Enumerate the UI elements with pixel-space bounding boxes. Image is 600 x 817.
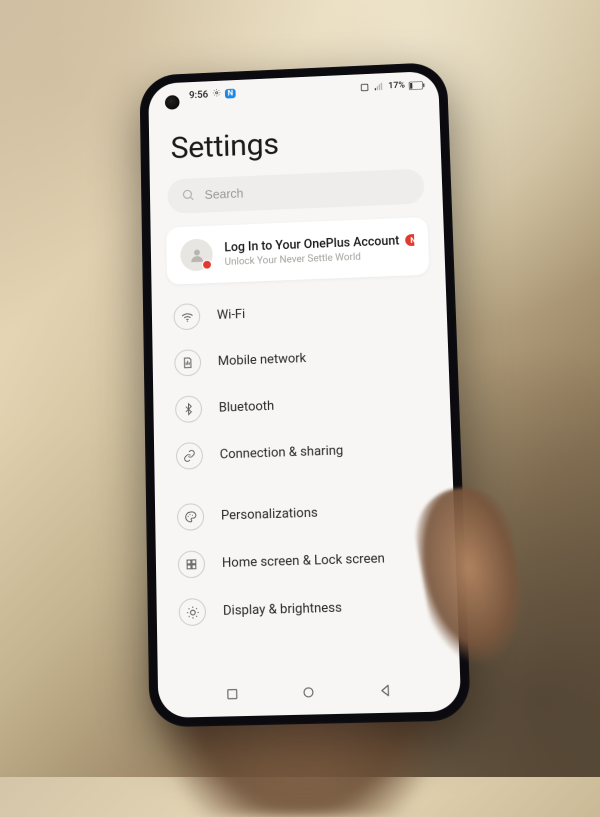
row-home-lock-screen[interactable]: Home screen & Lock screen <box>155 532 456 588</box>
settings-list: Wi-Fi Mobile network Bluetooth Connectio… <box>151 279 459 676</box>
row-label: Display & brightness <box>222 600 341 618</box>
sim-icon <box>174 349 201 377</box>
grid-icon <box>177 550 205 578</box>
search-input[interactable] <box>204 179 410 201</box>
wifi-icon <box>173 303 200 330</box>
row-label: Home screen & Lock screen <box>221 551 384 571</box>
header: Settings <box>148 97 441 180</box>
row-label: Connection & sharing <box>219 443 343 462</box>
row-label: Personalizations <box>220 505 317 523</box>
sun-icon <box>178 597 206 625</box>
avatar <box>180 238 213 271</box>
battery-text: 17% <box>388 80 405 90</box>
clock: 9:56 <box>188 89 207 100</box>
phone-frame: 9:56 N 17% Settings <box>139 61 471 727</box>
status-right: 17% <box>359 79 424 91</box>
nav-home-button[interactable] <box>290 676 325 706</box>
nfc-icon <box>359 82 369 92</box>
row-personalizations[interactable]: Personalizations <box>154 485 454 541</box>
link-icon <box>175 442 202 470</box>
punch-hole-camera <box>164 94 179 109</box>
settings-glyph-icon <box>211 88 220 100</box>
battery-icon <box>408 80 424 89</box>
notification-badge: N <box>224 88 236 98</box>
avatar-notification-dot <box>202 259 212 269</box>
row-label: Bluetooth <box>218 398 274 415</box>
signal-icon <box>373 81 384 91</box>
search-icon <box>181 186 195 205</box>
bluetooth-icon <box>174 395 201 423</box>
palette-icon <box>176 502 203 530</box>
row-label: Mobile network <box>217 351 306 369</box>
status-left: 9:56 N <box>188 87 235 101</box>
row-label: Wi-Fi <box>216 307 245 323</box>
navigation-bar <box>157 669 461 717</box>
nav-recents-button[interactable] <box>214 678 249 708</box>
screen: 9:56 N 17% Settings <box>148 70 461 717</box>
account-login-card[interactable]: Log In to Your OnePlus Account New Unloc… <box>166 216 429 284</box>
nav-back-button[interactable] <box>367 675 403 705</box>
row-display-brightness[interactable]: Display & brightness <box>156 580 458 636</box>
new-badge: New <box>405 233 414 246</box>
account-text: Log In to Your OnePlus Account New Unloc… <box>224 232 415 267</box>
page-title: Settings <box>170 119 419 165</box>
row-connection-sharing[interactable]: Connection & sharing <box>153 423 452 480</box>
